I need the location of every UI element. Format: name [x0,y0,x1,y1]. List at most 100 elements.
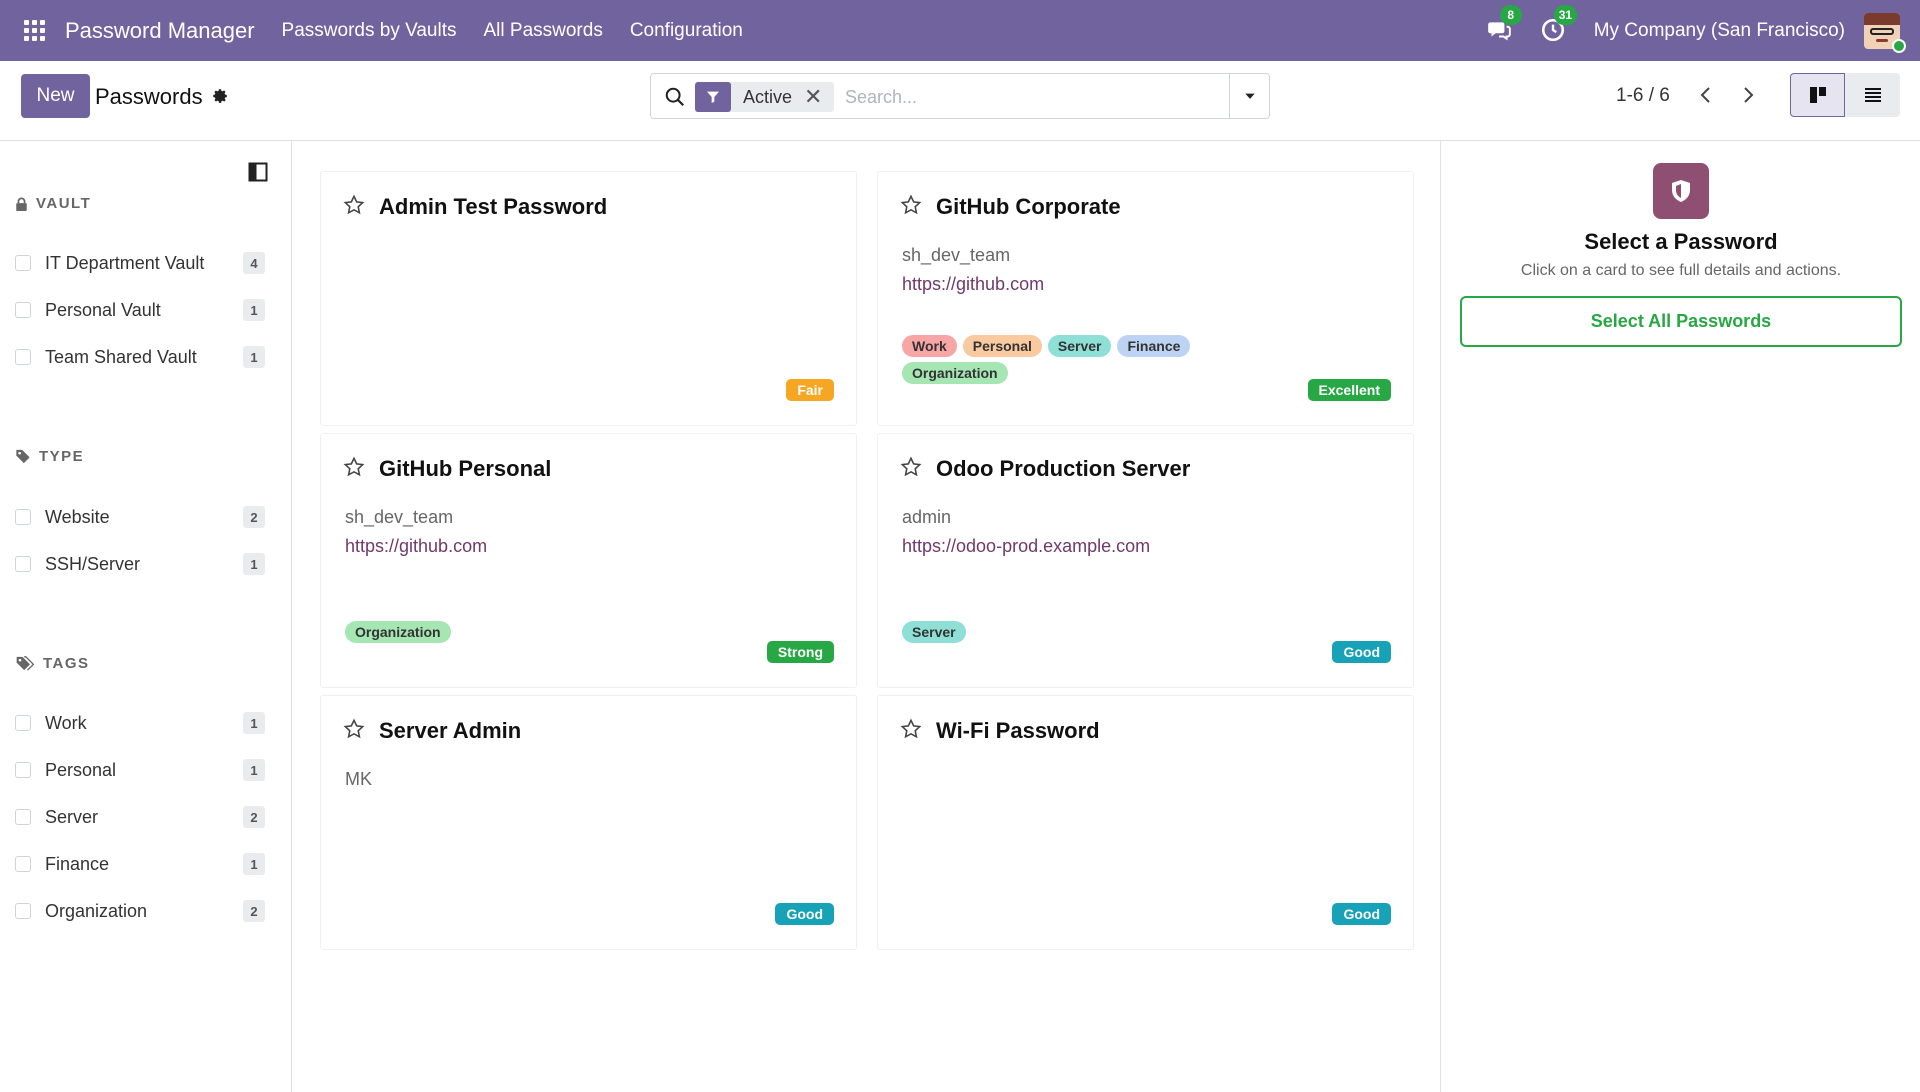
facet-count: 2 [243,900,265,922]
new-button[interactable]: New [21,74,90,118]
menu-all-passwords[interactable]: All Passwords [484,20,603,42]
panel-subtitle: Click on a card to see full details and … [1520,262,1842,279]
search-box: Active ✕ [650,73,1270,119]
favorite-star-icon[interactable] [343,718,365,740]
messages-count-badge: 8 [1499,4,1522,25]
search-input[interactable] [845,82,1225,112]
favorite-star-icon[interactable] [900,194,922,216]
activities-clock-icon[interactable]: 31 [1540,4,1578,45]
pager-value[interactable]: 1-6 / 6 [1616,85,1670,107]
messages-icon[interactable]: 8 [1486,4,1522,45]
search-options-toggle[interactable] [1229,74,1269,118]
remove-filter-close-icon[interactable]: ✕ [804,86,822,108]
card-title: GitHub Personal [379,456,552,481]
lock-icon [16,197,27,211]
card-url-link[interactable]: https://github.com [902,274,1044,295]
password-card[interactable]: Admin Test Password Fair [320,171,857,426]
caret-down-icon [1244,93,1255,99]
kanban-board: Admin Test Password Fair GitHub Corporat… [293,141,1439,1092]
checkbox[interactable] [15,556,31,572]
strength-badge: Good [775,903,834,925]
card-url-link[interactable]: https://odoo-prod.example.com [902,536,1150,557]
app-brand[interactable]: Password Manager [65,18,255,44]
control-panel: New Passwords Active ✕ 1-6 / 6 [0,61,1920,141]
facet-label: IT Department Vault [45,252,205,273]
facet-count: 1 [243,853,265,875]
sidebar-collapse-icon[interactable] [248,162,268,182]
password-card[interactable]: GitHub Corporate sh_dev_team https://git… [877,171,1414,426]
password-card[interactable]: Server Admin MK Good [320,695,857,950]
tags-icon [16,656,35,671]
checkbox[interactable] [15,856,31,872]
facet-count: 4 [243,252,265,274]
pager-next-icon[interactable] [1736,83,1760,107]
type-item-website[interactable]: Website 2 [15,502,265,532]
kanban-view-button[interactable] [1790,73,1845,117]
strength-badge: Fair [786,379,834,401]
checkbox[interactable] [15,903,31,919]
card-title: GitHub Corporate [936,194,1121,219]
filter-facet-label: Active [743,86,793,107]
facet-label: Server [45,806,99,827]
select-all-passwords-button[interactable]: Select All Passwords [1460,296,1902,347]
gear-icon[interactable] [211,87,229,105]
password-card[interactable]: Odoo Production Server admin https://odo… [877,433,1414,688]
tags-header-label: TAGS [43,655,90,672]
online-status-dot [1892,39,1906,53]
checkbox[interactable] [15,809,31,825]
strength-badge: Strong [766,641,834,663]
menu-passwords-by-vaults[interactable]: Passwords by Vaults [282,20,457,42]
vault-item-team-shared[interactable]: Team Shared Vault 1 [15,342,265,372]
shield-icon [1653,163,1709,219]
view-switcher [1790,73,1900,117]
tag-pill: Server [1047,335,1112,357]
favorite-star-icon[interactable] [343,194,365,216]
vault-section-header: VAULT [15,195,91,212]
card-username: MK [345,769,372,789]
facet-count: 2 [243,806,265,828]
card-title: Admin Test Password [379,194,608,219]
card-tags: Server [902,621,1262,643]
card-url-link[interactable]: https://github.com [345,536,487,557]
facet-label: Personal [45,759,117,780]
tag-item-organization[interactable]: Organization 2 [15,896,265,926]
menu-configuration[interactable]: Configuration [630,20,743,42]
tag-item-work[interactable]: Work 1 [15,708,265,738]
facet-label: Team Shared Vault [45,346,197,367]
search-icon[interactable] [664,86,686,108]
strength-badge: Good [1332,903,1391,925]
checkbox[interactable] [15,509,31,525]
checkbox[interactable] [15,715,31,731]
tag-pill: Personal [962,335,1042,357]
checkbox[interactable] [15,302,31,318]
tag-item-finance[interactable]: Finance 1 [15,849,265,879]
card-username: sh_dev_team [345,507,454,527]
checkbox[interactable] [15,762,31,778]
favorite-star-icon[interactable] [900,718,922,740]
strength-badge: Excellent [1307,379,1391,401]
list-view-button[interactable] [1845,73,1900,117]
password-card[interactable]: GitHub Personal sh_dev_team https://gith… [320,433,857,688]
password-card[interactable]: Wi-Fi Password Good [877,695,1414,950]
card-title: Odoo Production Server [936,456,1191,481]
favorite-star-icon[interactable] [900,456,922,478]
vault-item-personal[interactable]: Personal Vault 1 [15,295,265,325]
facet-label: Website [45,506,110,527]
tag-item-personal[interactable]: Personal 1 [15,755,265,785]
facet-label: Work [45,712,87,733]
favorite-star-icon[interactable] [343,456,365,478]
company-switcher[interactable]: My Company (San Francisco) [1594,20,1845,42]
card-title: Server Admin [379,718,522,743]
pager-previous-icon[interactable] [1694,83,1718,107]
type-item-ssh-server[interactable]: SSH/Server 1 [15,549,265,579]
active-filter-facet: Active ✕ [695,82,835,112]
apps-menu-icon[interactable] [24,19,46,42]
facet-count: 1 [243,346,265,368]
vault-item-it-department[interactable]: IT Department Vault 4 [15,248,265,278]
checkbox[interactable] [15,255,31,271]
checkbox[interactable] [15,349,31,365]
facet-label: Personal Vault [45,299,161,320]
facet-label: SSH/Server [45,553,141,574]
tag-item-server[interactable]: Server 2 [15,802,265,832]
facet-label: Finance [45,853,110,874]
